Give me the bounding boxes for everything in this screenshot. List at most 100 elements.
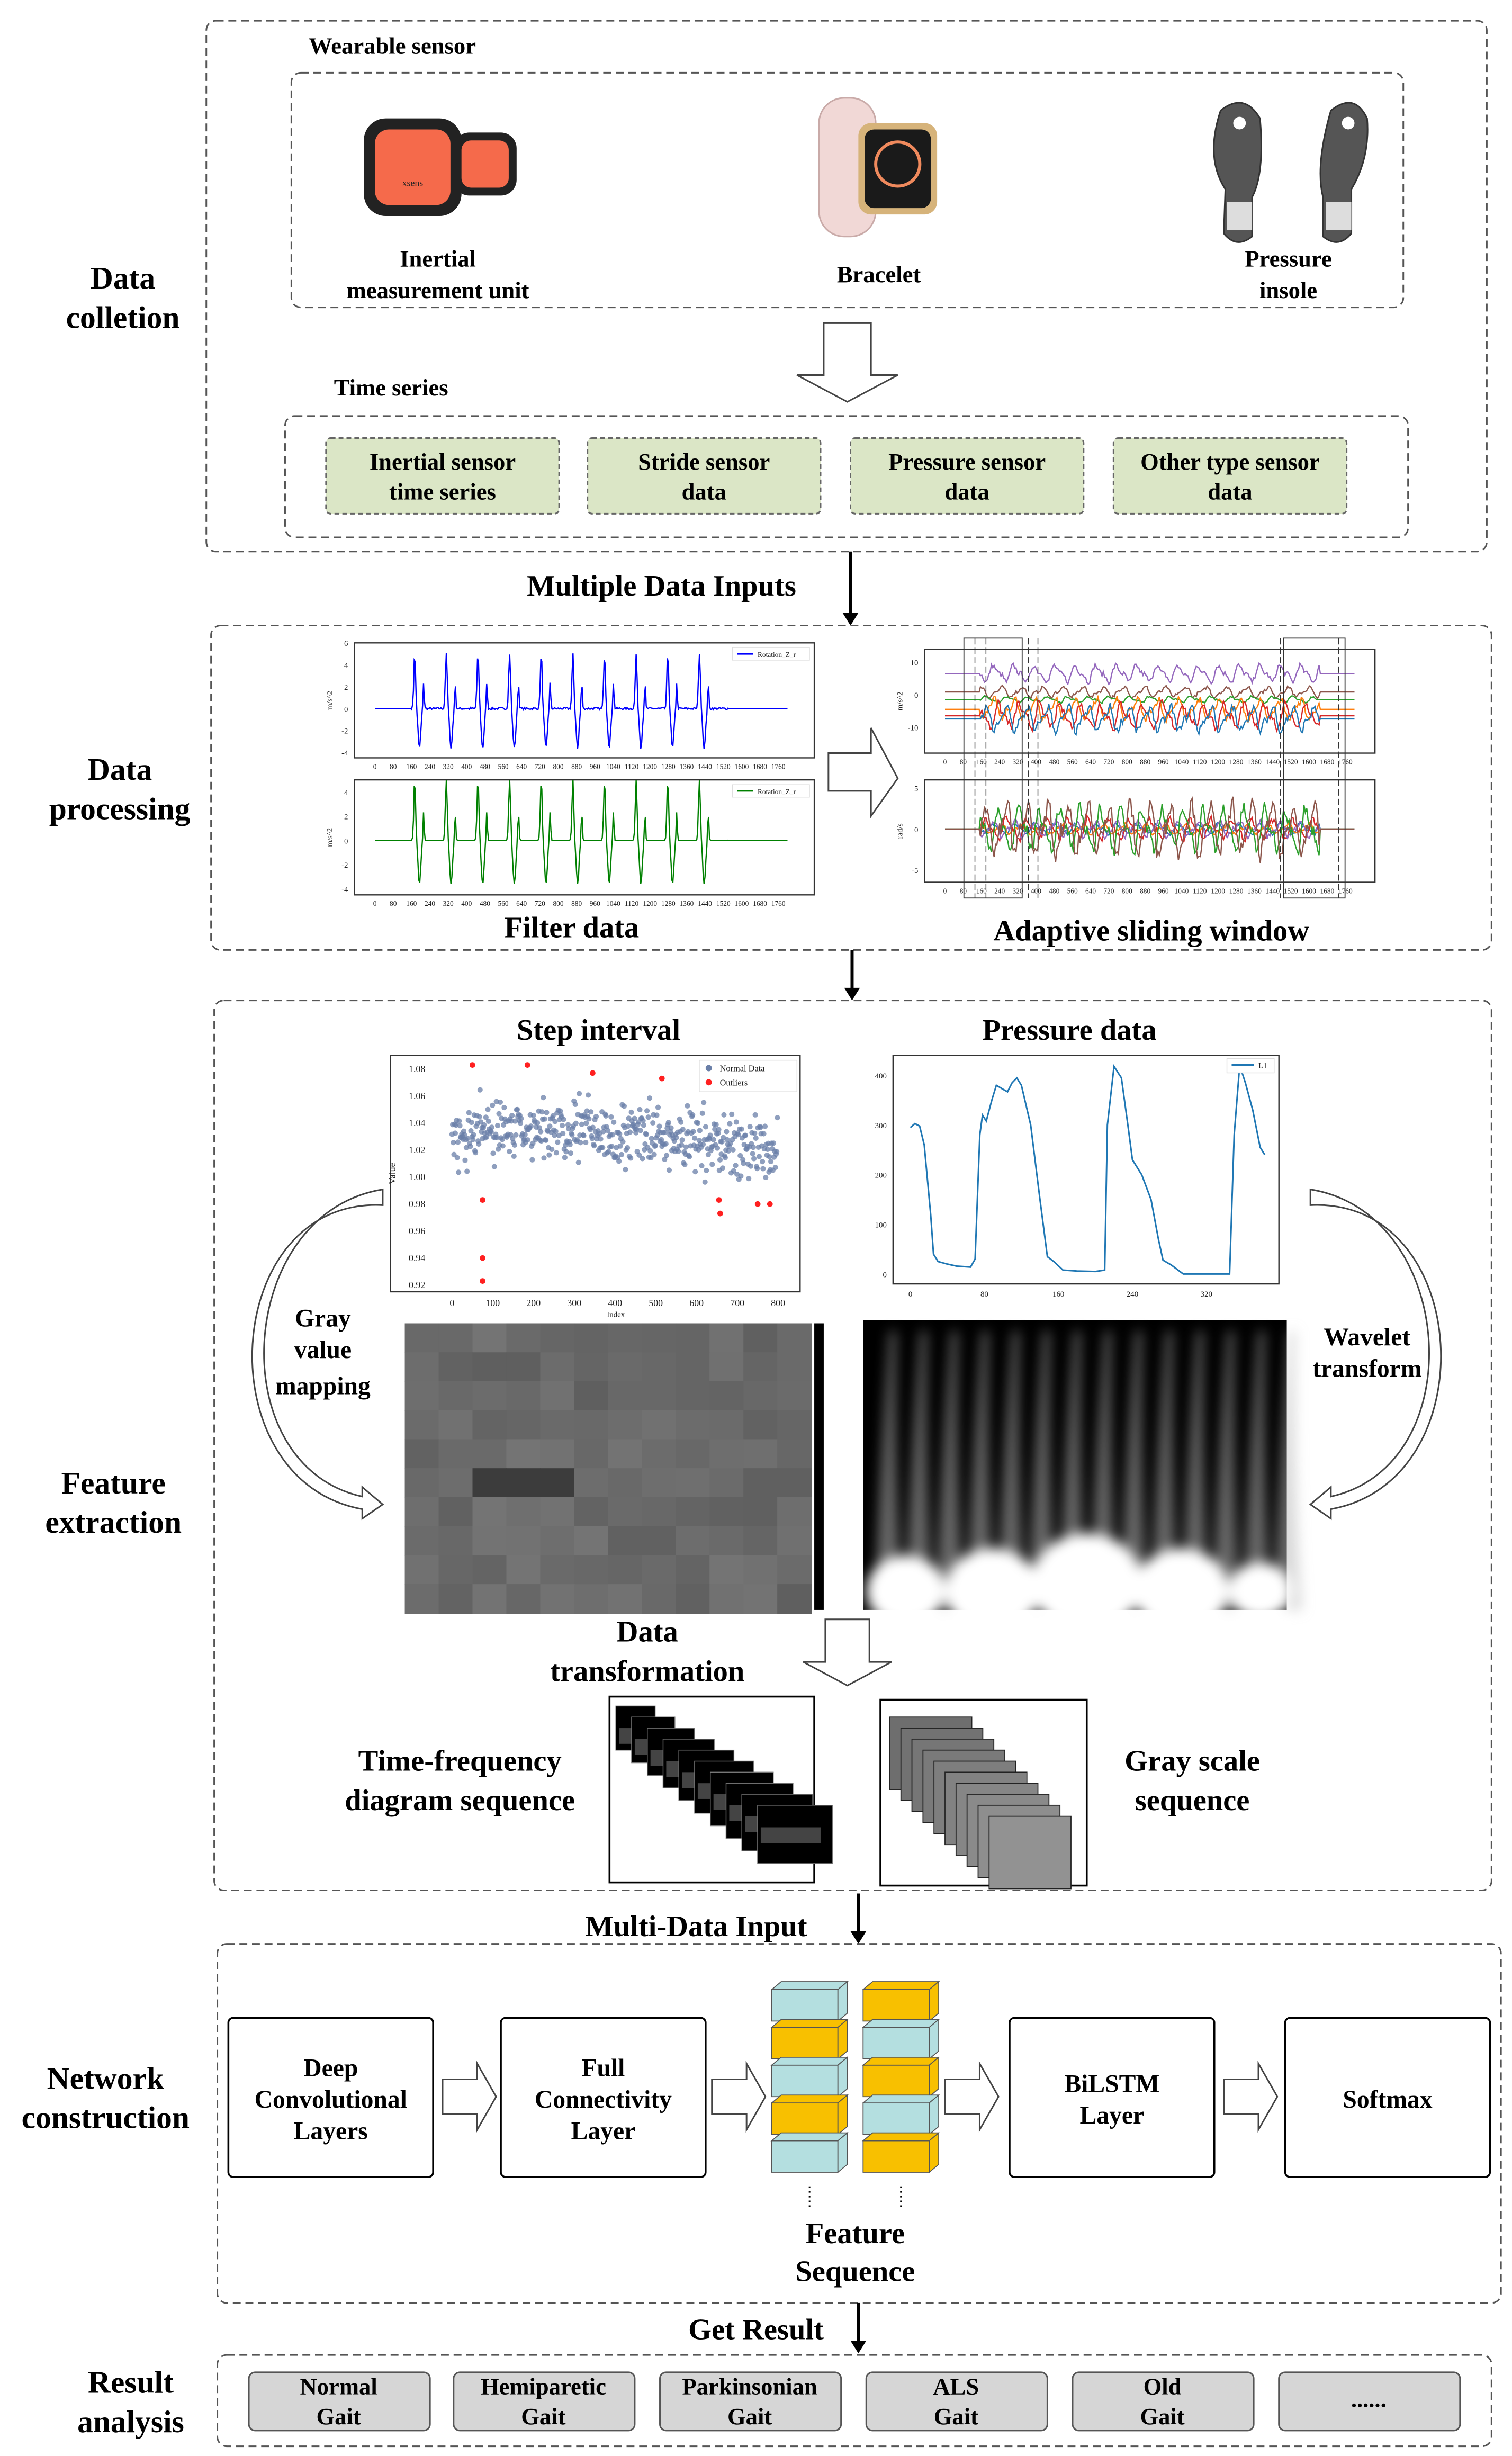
gray-pixel xyxy=(438,1323,473,1353)
scatter-point xyxy=(644,1108,650,1114)
scatter-point xyxy=(676,1148,681,1154)
outlier-point xyxy=(717,1210,723,1217)
layer-label: Layers xyxy=(294,2118,368,2145)
gray-pixel xyxy=(438,1381,473,1411)
x-tick-label: 960 xyxy=(590,762,600,770)
legend-label: Outliers xyxy=(720,1077,748,1087)
x-tick-label: 240 xyxy=(425,762,435,770)
gray-pixel xyxy=(540,1410,575,1440)
section-result-analysis: Result analysis Normal Gait Hemiparetic Gai… xyxy=(77,2354,1492,2448)
x-tick-label: 0 xyxy=(373,762,377,770)
scatter-point xyxy=(560,1131,566,1137)
scatter-point xyxy=(518,1115,524,1121)
section-label: Data xyxy=(91,260,155,295)
x-tick-label: 1120 xyxy=(1193,887,1207,895)
x-tick-label: 500 xyxy=(649,1298,663,1308)
scatter-point xyxy=(637,1106,643,1113)
scatter-point xyxy=(547,1123,553,1129)
network-layer-box: BiLSTM Layer xyxy=(1009,2017,1216,2178)
x-tick-label: 1760 xyxy=(771,762,786,770)
x-tick-label: 1520 xyxy=(716,762,731,770)
wavelet-scalogram-image xyxy=(863,1320,1302,1634)
x-tick-label: 1200 xyxy=(643,899,657,907)
gray-pixel xyxy=(574,1468,609,1498)
cube-top xyxy=(770,2094,849,2104)
x-tick-label: 1600 xyxy=(1302,887,1316,895)
flow-arrow xyxy=(844,950,860,1001)
scatter-point xyxy=(525,1137,530,1143)
gray-pixel xyxy=(404,1352,440,1382)
x-tick-label: 160 xyxy=(976,887,987,895)
x-tick-label: 320 xyxy=(1201,1290,1212,1299)
scatter-point xyxy=(625,1123,631,1129)
x-tick-label: 160 xyxy=(1052,1290,1064,1299)
scatter-point xyxy=(518,1120,524,1126)
x-tick-label: 320 xyxy=(443,762,454,770)
y-tick-label: -2 xyxy=(341,727,348,736)
x-tick-label: 640 xyxy=(1085,887,1096,895)
x-tick-label: 880 xyxy=(1140,758,1150,766)
scatter-point xyxy=(481,1122,487,1128)
y-tick-label: 400 xyxy=(875,1072,887,1081)
x-tick-label: 640 xyxy=(516,762,527,770)
scatter-point xyxy=(702,1179,708,1185)
legend-label: Rotation_Z_r xyxy=(758,651,796,659)
section-feature-extraction: Feature extraction Step interval Pressur… xyxy=(45,1000,1492,1891)
scatter-point xyxy=(528,1123,534,1129)
gray-pixel xyxy=(743,1584,778,1614)
x-tick-label: 560 xyxy=(498,899,509,907)
y-tick-label: -5 xyxy=(912,867,918,875)
wavelet-peak xyxy=(945,1548,1040,1634)
x-tick-label: 960 xyxy=(1158,887,1169,895)
section-data-collection: Data colletion Wearable sensor xsens Ine… xyxy=(66,20,1488,553)
gray-pixel xyxy=(743,1323,778,1353)
y-tick-label: 4 xyxy=(344,789,348,797)
gray-pixel xyxy=(404,1584,440,1614)
scatter-point xyxy=(680,1127,686,1132)
x-tick-label: 1520 xyxy=(716,899,731,907)
gray-pixel xyxy=(743,1410,778,1440)
device-label: Inertial xyxy=(400,245,476,272)
cube-top xyxy=(861,2056,940,2066)
scatter-point xyxy=(758,1124,763,1130)
flow-arrow xyxy=(850,1893,867,1944)
wearable-sensor-title: Wearable sensor xyxy=(309,33,476,59)
layer-label: Layer xyxy=(1080,2102,1145,2129)
x-tick-label: 1280 xyxy=(1229,887,1244,895)
feature-cube xyxy=(862,1989,930,2022)
y-tick-label: 0 xyxy=(344,837,348,845)
scatter-point xyxy=(623,1167,628,1173)
y-axis-label: m/s^2 xyxy=(326,691,335,710)
x-tick-label: 80 xyxy=(390,762,397,770)
y-axis-label: rad/s xyxy=(896,823,905,839)
scatter-point xyxy=(514,1106,520,1112)
gait-label: Gait xyxy=(727,2403,772,2430)
scatter-point xyxy=(588,1109,594,1115)
gait-class-box: Old Gait xyxy=(1072,2371,1255,2432)
gait-class-box: Normal Gait xyxy=(248,2371,431,2432)
scatter-point xyxy=(616,1158,622,1164)
scatter-point xyxy=(750,1145,756,1150)
gait-label: Hemiparetic xyxy=(481,2373,606,2399)
scatter-point xyxy=(561,1117,566,1122)
feature-cube xyxy=(771,2027,839,2059)
gray-pixel xyxy=(438,1410,473,1440)
scatter-point xyxy=(733,1163,739,1168)
feature-cube xyxy=(862,2102,930,2135)
section-label: Result xyxy=(88,2365,174,2400)
x-tick-label: 1600 xyxy=(1302,758,1316,766)
hollow-down-arrow xyxy=(803,1618,892,1687)
scatter-point xyxy=(733,1119,739,1125)
scatter-point xyxy=(679,1142,685,1148)
scatter-point xyxy=(583,1139,589,1145)
cube-top xyxy=(861,1981,940,1990)
scatter-point xyxy=(542,1116,547,1122)
section-label: construction xyxy=(22,2100,190,2135)
gray-pixel xyxy=(506,1439,541,1469)
time-series-label: Other type sensor xyxy=(1140,448,1320,475)
y-axis-label: Value xyxy=(387,1163,398,1184)
scatter-point xyxy=(511,1153,517,1159)
scatter-point xyxy=(621,1103,627,1109)
device-label: measurement unit xyxy=(347,277,529,303)
scatter-point xyxy=(641,1122,646,1128)
